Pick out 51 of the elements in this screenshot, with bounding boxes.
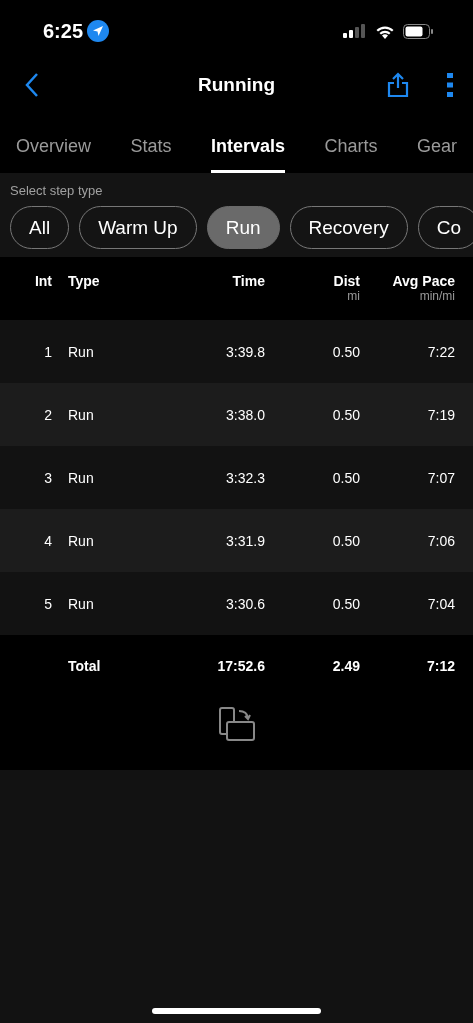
table-cell-text: 3 — [43, 469, 53, 486]
status-time: 6:25 — [43, 19, 84, 43]
table-cell-text: 7:19 — [426, 406, 456, 423]
more-button[interactable] — [447, 73, 453, 97]
total-label: Total — [67, 658, 102, 674]
table-cell-text: 3:38.0 — [225, 406, 266, 423]
total-distance: 2.49 — [331, 658, 361, 674]
column-unit: mi — [347, 289, 360, 303]
tab[interactable]: Overview — [16, 108, 91, 173]
table-cell-text: 7:04 — [426, 595, 456, 612]
table-cell-text: 3:39.8 — [225, 343, 266, 360]
tab[interactable]: Stats — [130, 108, 172, 173]
table-cell-text: Run — [67, 532, 95, 549]
total-time: 17:52.6 — [216, 658, 266, 674]
table-cell-text: Run — [67, 595, 95, 612]
table-cell-text: 2 — [43, 406, 53, 423]
location-icon — [87, 20, 110, 42]
table-cell-text: 0.50 — [331, 343, 361, 360]
column-header: Type — [68, 273, 101, 289]
column-unit: min/mi — [419, 289, 455, 303]
battery-icon — [403, 23, 433, 39]
filter-chip[interactable]: Run — [206, 206, 280, 249]
share-button[interactable] — [387, 72, 409, 98]
table-cell-text: 1 — [43, 343, 53, 360]
table-cell-text: 3:32.3 — [225, 469, 266, 486]
total-pace: 7:12 — [425, 658, 456, 674]
table-cell-text: 4 — [43, 532, 53, 549]
table-cell-text: 3:30.6 — [225, 595, 266, 612]
table-cell-text: 0.50 — [331, 595, 361, 612]
back-button[interactable] — [24, 72, 40, 98]
table-cell-text: 0.50 — [331, 406, 361, 423]
column-header: Dist — [333, 273, 360, 289]
tab[interactable]: Charts — [324, 108, 378, 173]
tab[interactable]: Gear — [416, 108, 457, 173]
screen-title: Running — [198, 74, 275, 96]
table-cell-text: 5 — [43, 595, 53, 612]
table-cell-text: 3:31.9 — [225, 532, 266, 549]
table-cell-text: 7:07 — [426, 469, 456, 486]
column-header: Int — [34, 273, 52, 289]
table-cell-text: 7:22 — [426, 343, 456, 360]
column-header: Time — [232, 273, 265, 289]
filter-label: Select step type — [10, 183, 104, 198]
table-cell-text: Run — [67, 406, 95, 423]
column-header: Avg Pace — [392, 273, 455, 289]
signal-icon — [343, 24, 367, 38]
table-cell-text: 7:06 — [426, 532, 456, 549]
rotate-screen-icon[interactable] — [218, 707, 255, 741]
table-cell-text: 0.50 — [331, 469, 361, 486]
table-cell-text: 0.50 — [331, 532, 361, 549]
table-cell-text: Run — [67, 343, 95, 360]
table-cell-text: Run — [67, 469, 95, 486]
